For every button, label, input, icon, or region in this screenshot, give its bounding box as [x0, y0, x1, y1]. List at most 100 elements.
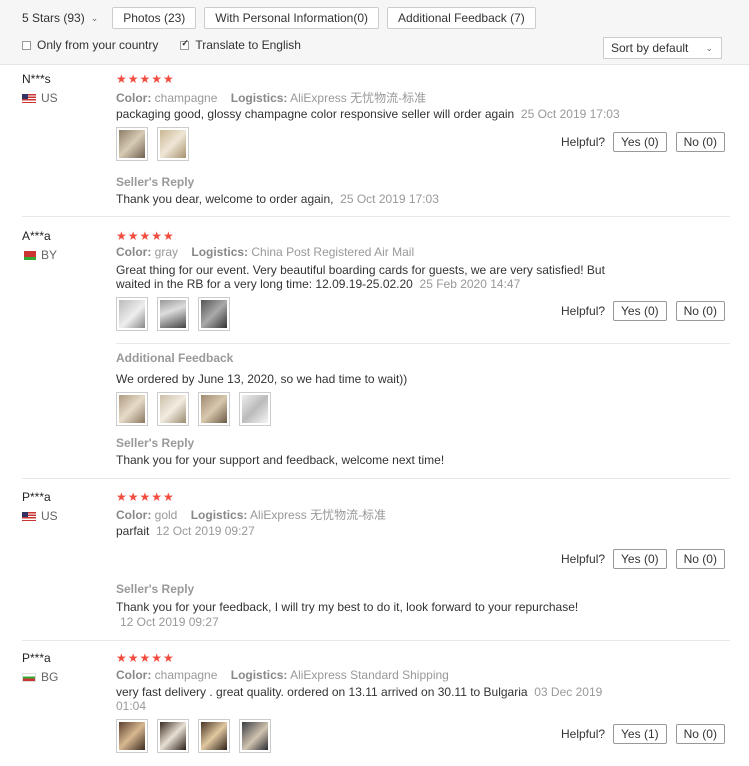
color-label: Color: [116, 91, 152, 105]
helpful-section: Helpful? Yes (0) No (0) [561, 549, 725, 569]
chevron-down-icon: ⌄ [705, 43, 713, 53]
review-photo[interactable] [157, 127, 189, 161]
review-meta: Color: champagne Logistics: AliExpress S… [116, 668, 449, 682]
logistics-value: AliExpress 无忧物流-标准 [290, 91, 427, 105]
helpful-no-button[interactable]: No (0) [675, 301, 725, 321]
review-photo[interactable] [198, 392, 230, 426]
sort-label: Sort by default [611, 41, 689, 55]
logistics-value: China Post Registered Air Mail [251, 245, 415, 259]
review-photo[interactable] [157, 392, 189, 426]
additional-feedback-label: Additional Feedback [116, 351, 234, 365]
review-photo[interactable] [239, 719, 271, 753]
seller-reply-date: 12 Oct 2019 09:27 [120, 615, 219, 629]
color-label: Color: [116, 668, 152, 682]
review-meta: Color: gray Logistics: China Post Regist… [116, 245, 414, 259]
star-filter-dropdown[interactable]: 5 Stars (93) ⌄ [22, 11, 98, 25]
review-date: 25 Oct 2019 17:03 [520, 107, 620, 121]
sellers-reply-label: Seller's Reply [116, 436, 195, 450]
review-photo[interactable] [198, 719, 230, 753]
review-time: 01:04 [116, 699, 147, 713]
seller-reply-text: Thank you for your support and feedback,… [116, 453, 445, 467]
review-photo[interactable] [239, 392, 271, 426]
review-text: very fast delivery . great quality. orde… [116, 685, 602, 713]
country-code: US [41, 509, 58, 523]
logistics-label: Logistics: [191, 245, 249, 259]
only-country-checkbox[interactable]: Only from your country [22, 38, 158, 52]
review-date: 03 Dec 2019 [534, 685, 603, 699]
reviewer-country: BY [22, 248, 57, 262]
us-flag-icon [22, 93, 36, 103]
logistics-label: Logistics: [190, 508, 248, 522]
review-photo[interactable] [116, 297, 148, 331]
star-rating: ★★★★★ [116, 229, 175, 243]
review-text: parfait 12 Oct 2019 09:27 [116, 524, 255, 538]
helpful-section: Helpful? Yes (1) No (0) [561, 724, 725, 744]
seller-reply-text: Thank you dear, welcome to order again, [116, 192, 334, 206]
review-body-line: waited in the RB for a very long time: 1… [116, 277, 413, 291]
checkbox-checked-icon [180, 38, 190, 50]
logistics-value: AliExpress Standard Shipping [290, 668, 449, 682]
review-photo[interactable] [116, 392, 148, 426]
reviewer-name: A***a [22, 229, 51, 243]
helpful-no-button[interactable]: No (0) [675, 549, 725, 569]
review-meta: Color: champagne Logistics: AliExpress 无… [116, 89, 426, 106]
country-code: BG [41, 670, 59, 684]
review-meta: Color: gold Logistics: AliExpress 无忧物流-标… [116, 506, 386, 523]
reviewer-name: N***s [22, 72, 51, 86]
helpful-yes-button[interactable]: Yes (1) [613, 724, 667, 744]
country-code: US [41, 91, 58, 105]
country-code: BY [41, 248, 58, 262]
review-photos [116, 297, 239, 331]
bg-flag-icon [22, 672, 36, 682]
helpful-yes-button[interactable]: Yes (0) [613, 301, 667, 321]
helpful-yes-button[interactable]: Yes (0) [613, 132, 667, 152]
review-divider [22, 640, 730, 641]
color-value: champagne [154, 668, 218, 682]
translate-checkbox[interactable]: Translate to English [180, 38, 301, 52]
review-photo[interactable] [157, 719, 189, 753]
review-date: 12 Oct 2019 09:27 [156, 524, 255, 538]
by-flag-icon [22, 250, 36, 260]
review-body-line: Great thing for our event. Very beautifu… [116, 263, 605, 277]
review-photos [116, 719, 280, 753]
review-body: packaging good, glossy champagne color r… [116, 107, 515, 121]
reviewer-country: US [22, 91, 58, 105]
star-rating: ★★★★★ [116, 490, 175, 504]
helpful-label: Helpful? [561, 552, 606, 566]
reviewer-country: BG [22, 670, 58, 684]
review-photo[interactable] [116, 719, 148, 753]
color-value: gold [154, 508, 178, 522]
color-label: Color: [116, 245, 152, 259]
star-filter-label: 5 Stars (93) [22, 11, 85, 25]
helpful-no-button[interactable]: No (0) [675, 724, 725, 744]
additional-feedback-text: We ordered by June 13, 2020, so we had t… [116, 372, 408, 386]
helpful-label: Helpful? [561, 135, 606, 149]
seller-reply: Thank you dear, welcome to order again, … [116, 192, 439, 206]
sort-select[interactable]: Sort by default ⌄ [603, 37, 722, 59]
additional-feedback-filter-button[interactable]: Additional Feedback (7) [387, 7, 536, 29]
review-text: packaging good, glossy champagne color r… [116, 107, 620, 121]
sellers-reply-label: Seller's Reply [116, 582, 195, 596]
additional-photos [116, 392, 280, 426]
helpful-section: Helpful? Yes (0) No (0) [561, 132, 725, 152]
star-rating: ★★★★★ [116, 651, 175, 665]
review-date: 25 Feb 2020 14:47 [419, 277, 521, 291]
review-divider [22, 216, 730, 217]
star-rating: ★★★★★ [116, 72, 175, 86]
photos-filter-button[interactable]: Photos (23) [112, 7, 197, 29]
chevron-down-icon: ⌄ [90, 12, 99, 23]
helpful-yes-button[interactable]: Yes (0) [613, 549, 667, 569]
helpful-section: Helpful? Yes (0) No (0) [561, 301, 725, 321]
seller-reply-date: 25 Oct 2019 17:03 [340, 192, 439, 206]
review-body: very fast delivery . great quality. orde… [116, 685, 528, 699]
review-photos [116, 127, 198, 161]
personal-info-filter-button[interactable]: With Personal Information(0) [204, 7, 380, 29]
helpful-no-button[interactable]: No (0) [675, 132, 725, 152]
reviewer-country: US [22, 509, 58, 523]
only-country-label: Only from your country [37, 38, 159, 52]
helpful-label: Helpful? [561, 304, 606, 318]
us-flag-icon [22, 511, 36, 521]
review-photo[interactable] [198, 297, 230, 331]
review-photo[interactable] [116, 127, 148, 161]
review-photo[interactable] [157, 297, 189, 331]
